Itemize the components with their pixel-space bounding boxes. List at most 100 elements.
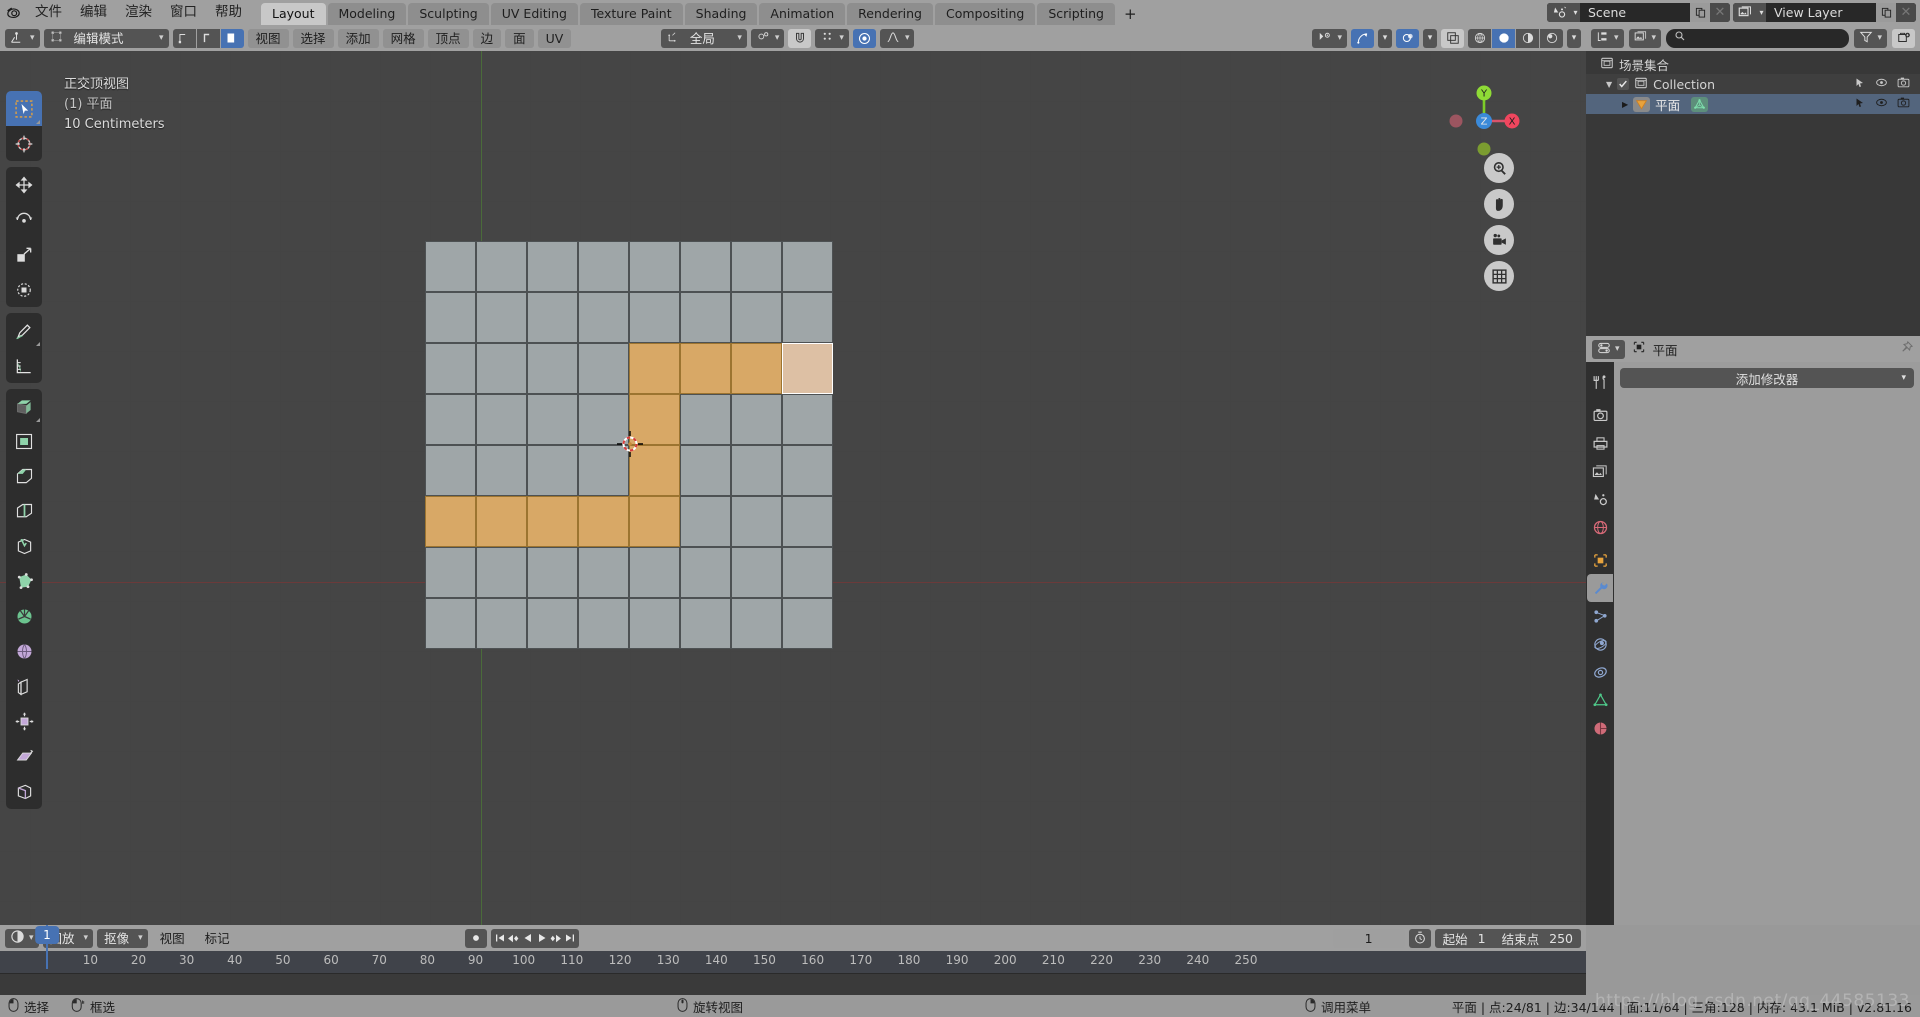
mesh-face[interactable]	[629, 241, 680, 292]
mesh-face[interactable]	[476, 343, 527, 394]
mesh-face[interactable]	[527, 445, 578, 496]
mesh-face[interactable]	[527, 343, 578, 394]
mesh-face[interactable]	[680, 445, 731, 496]
tweak-tool[interactable]	[6, 91, 42, 126]
mesh-face[interactable]	[731, 496, 782, 547]
xray-toggle-icon[interactable]	[1441, 28, 1464, 48]
mesh-face[interactable]	[578, 241, 629, 292]
object-tab[interactable]	[1587, 546, 1613, 574]
tab-texture-paint[interactable]: Texture Paint	[579, 3, 683, 25]
next-keyframe-icon[interactable]	[549, 929, 563, 948]
mesh-face[interactable]	[527, 394, 578, 445]
poly-build-tool[interactable]	[6, 564, 42, 599]
new-scene-button[interactable]	[1690, 3, 1710, 22]
cursor-tool[interactable]	[6, 126, 42, 161]
proportional-edit-icon[interactable]	[852, 28, 876, 48]
tool-expand-corner[interactable]	[36, 120, 40, 124]
scene-name[interactable]: Scene	[1580, 3, 1690, 22]
tool-expand-corner[interactable]	[36, 418, 40, 422]
jump-end-icon[interactable]	[563, 929, 577, 948]
stopwatch-icon[interactable]	[1408, 928, 1431, 948]
spin-tool[interactable]	[6, 599, 42, 634]
mesh-face[interactable]	[476, 394, 527, 445]
rotate-tool[interactable]	[6, 202, 42, 237]
mesh-face[interactable]	[527, 496, 578, 547]
camera-icon[interactable]	[1484, 225, 1514, 255]
mesh-face[interactable]	[731, 241, 782, 292]
add-modifier-button[interactable]: 添加修改器 ▾	[1620, 368, 1914, 388]
scale-tool[interactable]	[6, 237, 42, 272]
mesh-face[interactable]	[731, 445, 782, 496]
mesh-face[interactable]	[527, 547, 578, 598]
tab-compositing[interactable]: Compositing	[935, 3, 1036, 25]
mesh-data-icon[interactable]	[1691, 96, 1709, 112]
shrink-fatten-tool[interactable]	[6, 704, 42, 739]
timeline-ruler[interactable]: 10 20 30 40 50 60 70 80 90 100 110 120 130 140 150 160 1…	[0, 951, 1586, 973]
mesh-face[interactable]	[476, 598, 527, 649]
material-preview-icon[interactable]	[1516, 28, 1539, 48]
timeline-track-area[interactable]	[0, 973, 1586, 995]
camera-render-icon[interactable]	[1897, 76, 1910, 92]
view-layer-name[interactable]: View Layer	[1766, 3, 1876, 22]
camera-render-icon[interactable]	[1897, 96, 1910, 112]
outliner-row-collection[interactable]: ▼ Collection	[1586, 74, 1920, 94]
mesh-face[interactable]	[731, 292, 782, 343]
mesh-face[interactable]	[680, 496, 731, 547]
filter-id-selector[interactable]: ▾	[1628, 28, 1662, 48]
knife-tool[interactable]	[6, 529, 42, 564]
world-tab[interactable]	[1587, 513, 1613, 541]
mesh-face[interactable]	[578, 343, 629, 394]
mesh-face[interactable]	[578, 496, 629, 547]
viewport-canvas[interactable]: 正交顶视图 (1) 平面 10 Centimeters Y X Z	[0, 51, 1586, 925]
output-tab[interactable]	[1587, 429, 1613, 457]
mesh-face[interactable]	[578, 598, 629, 649]
mode-selector[interactable]: 编辑模式 ▾	[43, 28, 169, 48]
menu-file[interactable]: 文件	[26, 0, 71, 25]
mesh-face[interactable]	[425, 394, 476, 445]
snap-target-selector[interactable]: ▾	[750, 28, 785, 48]
mesh-face[interactable]	[782, 292, 833, 343]
new-collection-icon[interactable]	[1892, 28, 1915, 48]
snap-magnet-icon[interactable]	[788, 28, 812, 48]
start-frame-value[interactable]: 1	[1478, 931, 1486, 946]
mesh-face[interactable]	[629, 496, 680, 547]
view-layer-dropdown-caret-icon[interactable]: ▾	[1757, 3, 1766, 22]
tab-rendering[interactable]: Rendering	[847, 3, 933, 25]
scene-dropdown-caret-icon[interactable]: ▾	[1571, 3, 1580, 22]
extrude-region-tool[interactable]	[6, 389, 42, 424]
mesh-face[interactable]	[476, 292, 527, 343]
tab-sculpting[interactable]: Sculpting	[408, 3, 489, 25]
mesh-face[interactable]	[782, 241, 833, 292]
view-layer-tab[interactable]	[1587, 457, 1613, 485]
proportional-falloff-selector[interactable]: ▾	[879, 28, 915, 48]
keying-menu[interactable]: 抠像 ▾	[97, 928, 148, 948]
pin-icon[interactable]	[1899, 340, 1914, 359]
tab-scripting[interactable]: Scripting	[1037, 3, 1115, 25]
tool-tab[interactable]	[1587, 368, 1613, 396]
shear-tool[interactable]	[6, 739, 42, 774]
physics-tab[interactable]	[1587, 630, 1613, 658]
mesh-face[interactable]	[782, 496, 833, 547]
outliner-row-plane-object[interactable]: ▶ 平面	[1586, 94, 1920, 114]
menu-add[interactable]: 添加	[337, 28, 379, 48]
menu-window[interactable]: 窗口	[161, 0, 206, 25]
gizmo-options-caret-icon[interactable]: ▾	[1378, 28, 1392, 48]
tab-layout[interactable]: Layout	[261, 3, 326, 25]
mesh-face[interactable]	[425, 445, 476, 496]
overlays-icon[interactable]	[1396, 28, 1419, 48]
expand-triangle-icon[interactable]: ▶	[1622, 100, 1628, 109]
play-reverse-icon[interactable]	[521, 929, 535, 948]
measure-tool[interactable]	[6, 348, 42, 383]
particles-tab[interactable]	[1587, 602, 1613, 630]
new-view-layer-button[interactable]	[1876, 3, 1896, 22]
unlink-scene-button[interactable]: ✕	[1710, 3, 1730, 22]
mesh-face[interactable]	[782, 343, 833, 394]
jump-start-icon[interactable]	[493, 929, 507, 948]
mesh-face[interactable]	[782, 547, 833, 598]
ortho-persp-grid-icon[interactable]	[1484, 261, 1514, 291]
mesh-face[interactable]	[425, 343, 476, 394]
tool-expand-corner[interactable]	[36, 342, 40, 346]
mesh-face[interactable]	[629, 292, 680, 343]
mesh-face[interactable]	[629, 598, 680, 649]
annotate-tool[interactable]	[6, 313, 42, 348]
